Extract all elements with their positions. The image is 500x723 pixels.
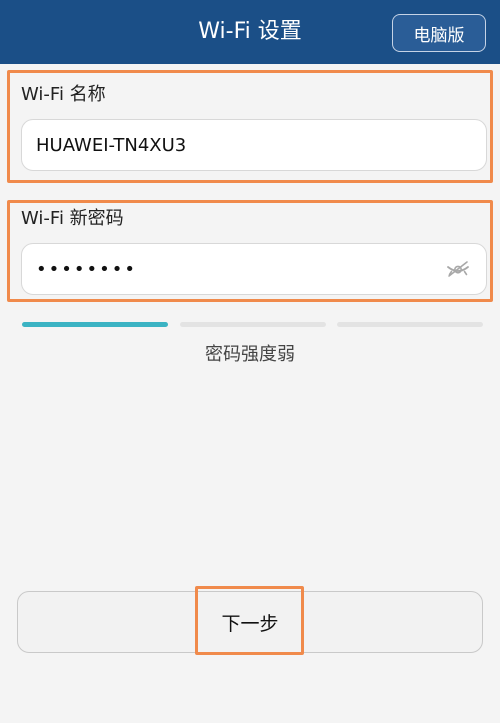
desktop-version-button[interactable]: 电脑版 [392,14,486,52]
next-highlight-box [195,586,304,655]
strength-bar-3 [337,322,483,327]
app-header: Wi-Fi 设置 电脑版 [0,0,500,64]
ssid-input[interactable]: HUAWEI-TN4XU3 [21,119,487,171]
ssid-value: HUAWEI-TN4XU3 [36,134,187,156]
strength-bar-2 [180,322,326,327]
password-value: •••••••• [36,258,137,280]
password-strength-text: 密码强度弱 [205,344,295,365]
password-label: Wi-Fi 新密码 [21,208,124,229]
password-input[interactable]: •••••••• [21,243,487,295]
ssid-label: Wi-Fi 名称 [21,84,106,105]
strength-bar-1 [22,322,168,327]
eye-off-icon[interactable] [444,255,472,283]
